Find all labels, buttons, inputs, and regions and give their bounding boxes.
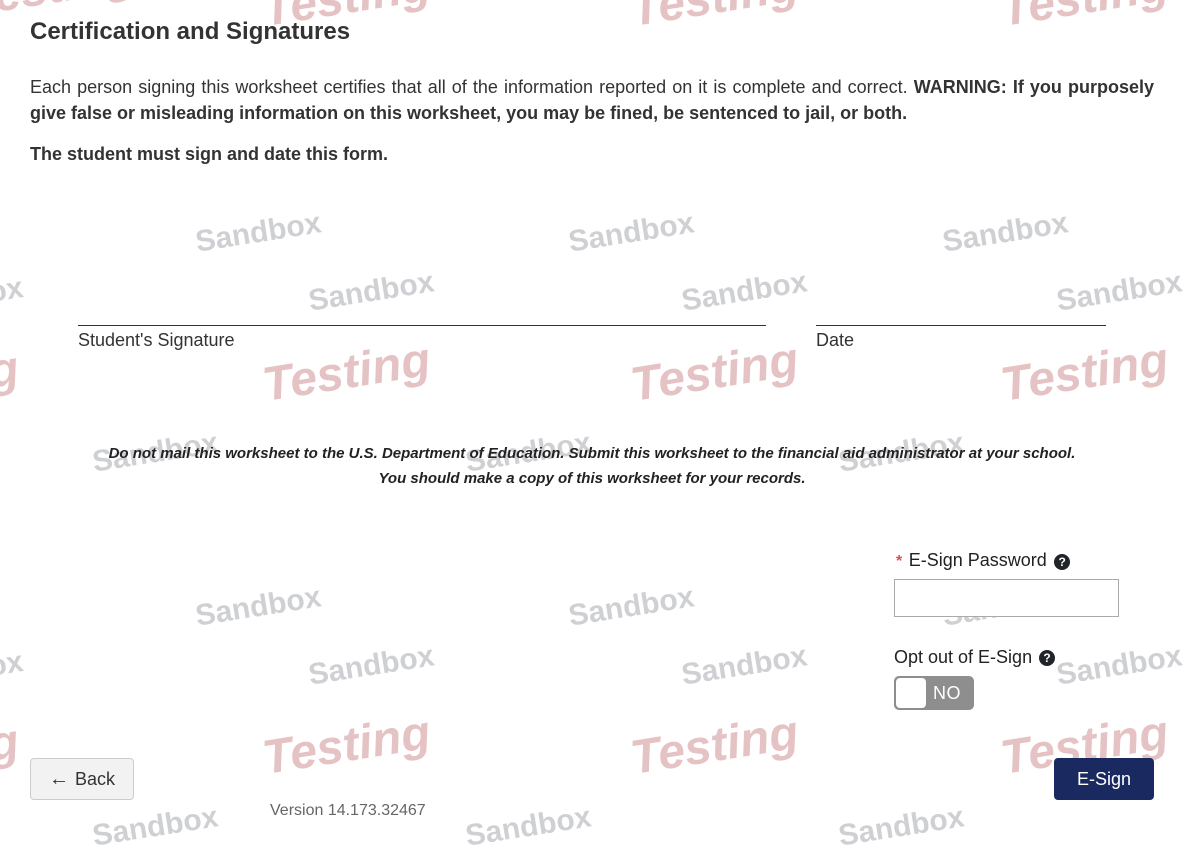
note-copy: You should make a copy of this worksheet…: [30, 470, 1154, 487]
date-label: Date: [816, 325, 1106, 351]
watermark-testing: ng: [0, 714, 23, 777]
watermark-sandbox: box: [0, 645, 26, 687]
esign-password-label-wrap: * E-Sign Password ?: [894, 548, 1076, 573]
watermark-sandbox: Sandbox: [463, 800, 593, 846]
help-icon[interactable]: ?: [1054, 554, 1070, 570]
watermark-sandbox: Sandbox: [193, 580, 323, 633]
intro-paragraph: Each person signing this worksheet certi…: [30, 74, 1154, 126]
help-icon[interactable]: ?: [1039, 650, 1055, 666]
footer-row: ← Back E-Sign: [30, 758, 1154, 800]
date-line: Date: [816, 325, 1106, 351]
toggle-value: NO: [926, 683, 972, 704]
main-content: Certification and Signatures Each person…: [0, 0, 1184, 487]
version-text: Version 14.173.32467: [270, 802, 426, 820]
student-signature-line: Student's Signature: [78, 325, 766, 351]
back-button[interactable]: ← Back: [30, 758, 134, 800]
esign-button-label: E-Sign: [1077, 769, 1131, 790]
optout-label: Opt out of E-Sign: [894, 647, 1032, 668]
student-signature-label: Student's Signature: [78, 325, 766, 351]
optout-toggle[interactable]: NO: [894, 676, 974, 710]
intro-text: Each person signing this worksheet certi…: [30, 77, 914, 97]
signature-area: Student's Signature Date: [78, 325, 1106, 351]
esign-block: * E-Sign Password ? Opt out of E-Sign ? …: [894, 548, 1154, 710]
back-button-label: Back: [75, 769, 115, 790]
watermark-sandbox: Sandbox: [679, 639, 809, 692]
must-sign-text: The student must sign and date this form…: [30, 144, 1154, 165]
watermark-sandbox: Sandbox: [90, 800, 220, 846]
watermark-sandbox: Sandbox: [566, 580, 696, 633]
optout-row: Opt out of E-Sign ?: [894, 647, 1154, 668]
esign-password-label: E-Sign Password: [909, 550, 1047, 570]
arrow-left-icon: ←: [49, 768, 69, 791]
note-submit: Do not mail this worksheet to the U.S. D…: [30, 445, 1154, 462]
required-indicator: *: [896, 553, 902, 570]
toggle-knob: [896, 678, 926, 708]
esign-button[interactable]: E-Sign: [1054, 758, 1154, 800]
notes-block: Do not mail this worksheet to the U.S. D…: [30, 445, 1154, 487]
section-heading: Certification and Signatures: [30, 18, 1154, 46]
esign-password-input[interactable]: [894, 579, 1119, 617]
watermark-sandbox: Sandbox: [306, 639, 436, 692]
watermark-sandbox: Sandbox: [836, 800, 966, 846]
